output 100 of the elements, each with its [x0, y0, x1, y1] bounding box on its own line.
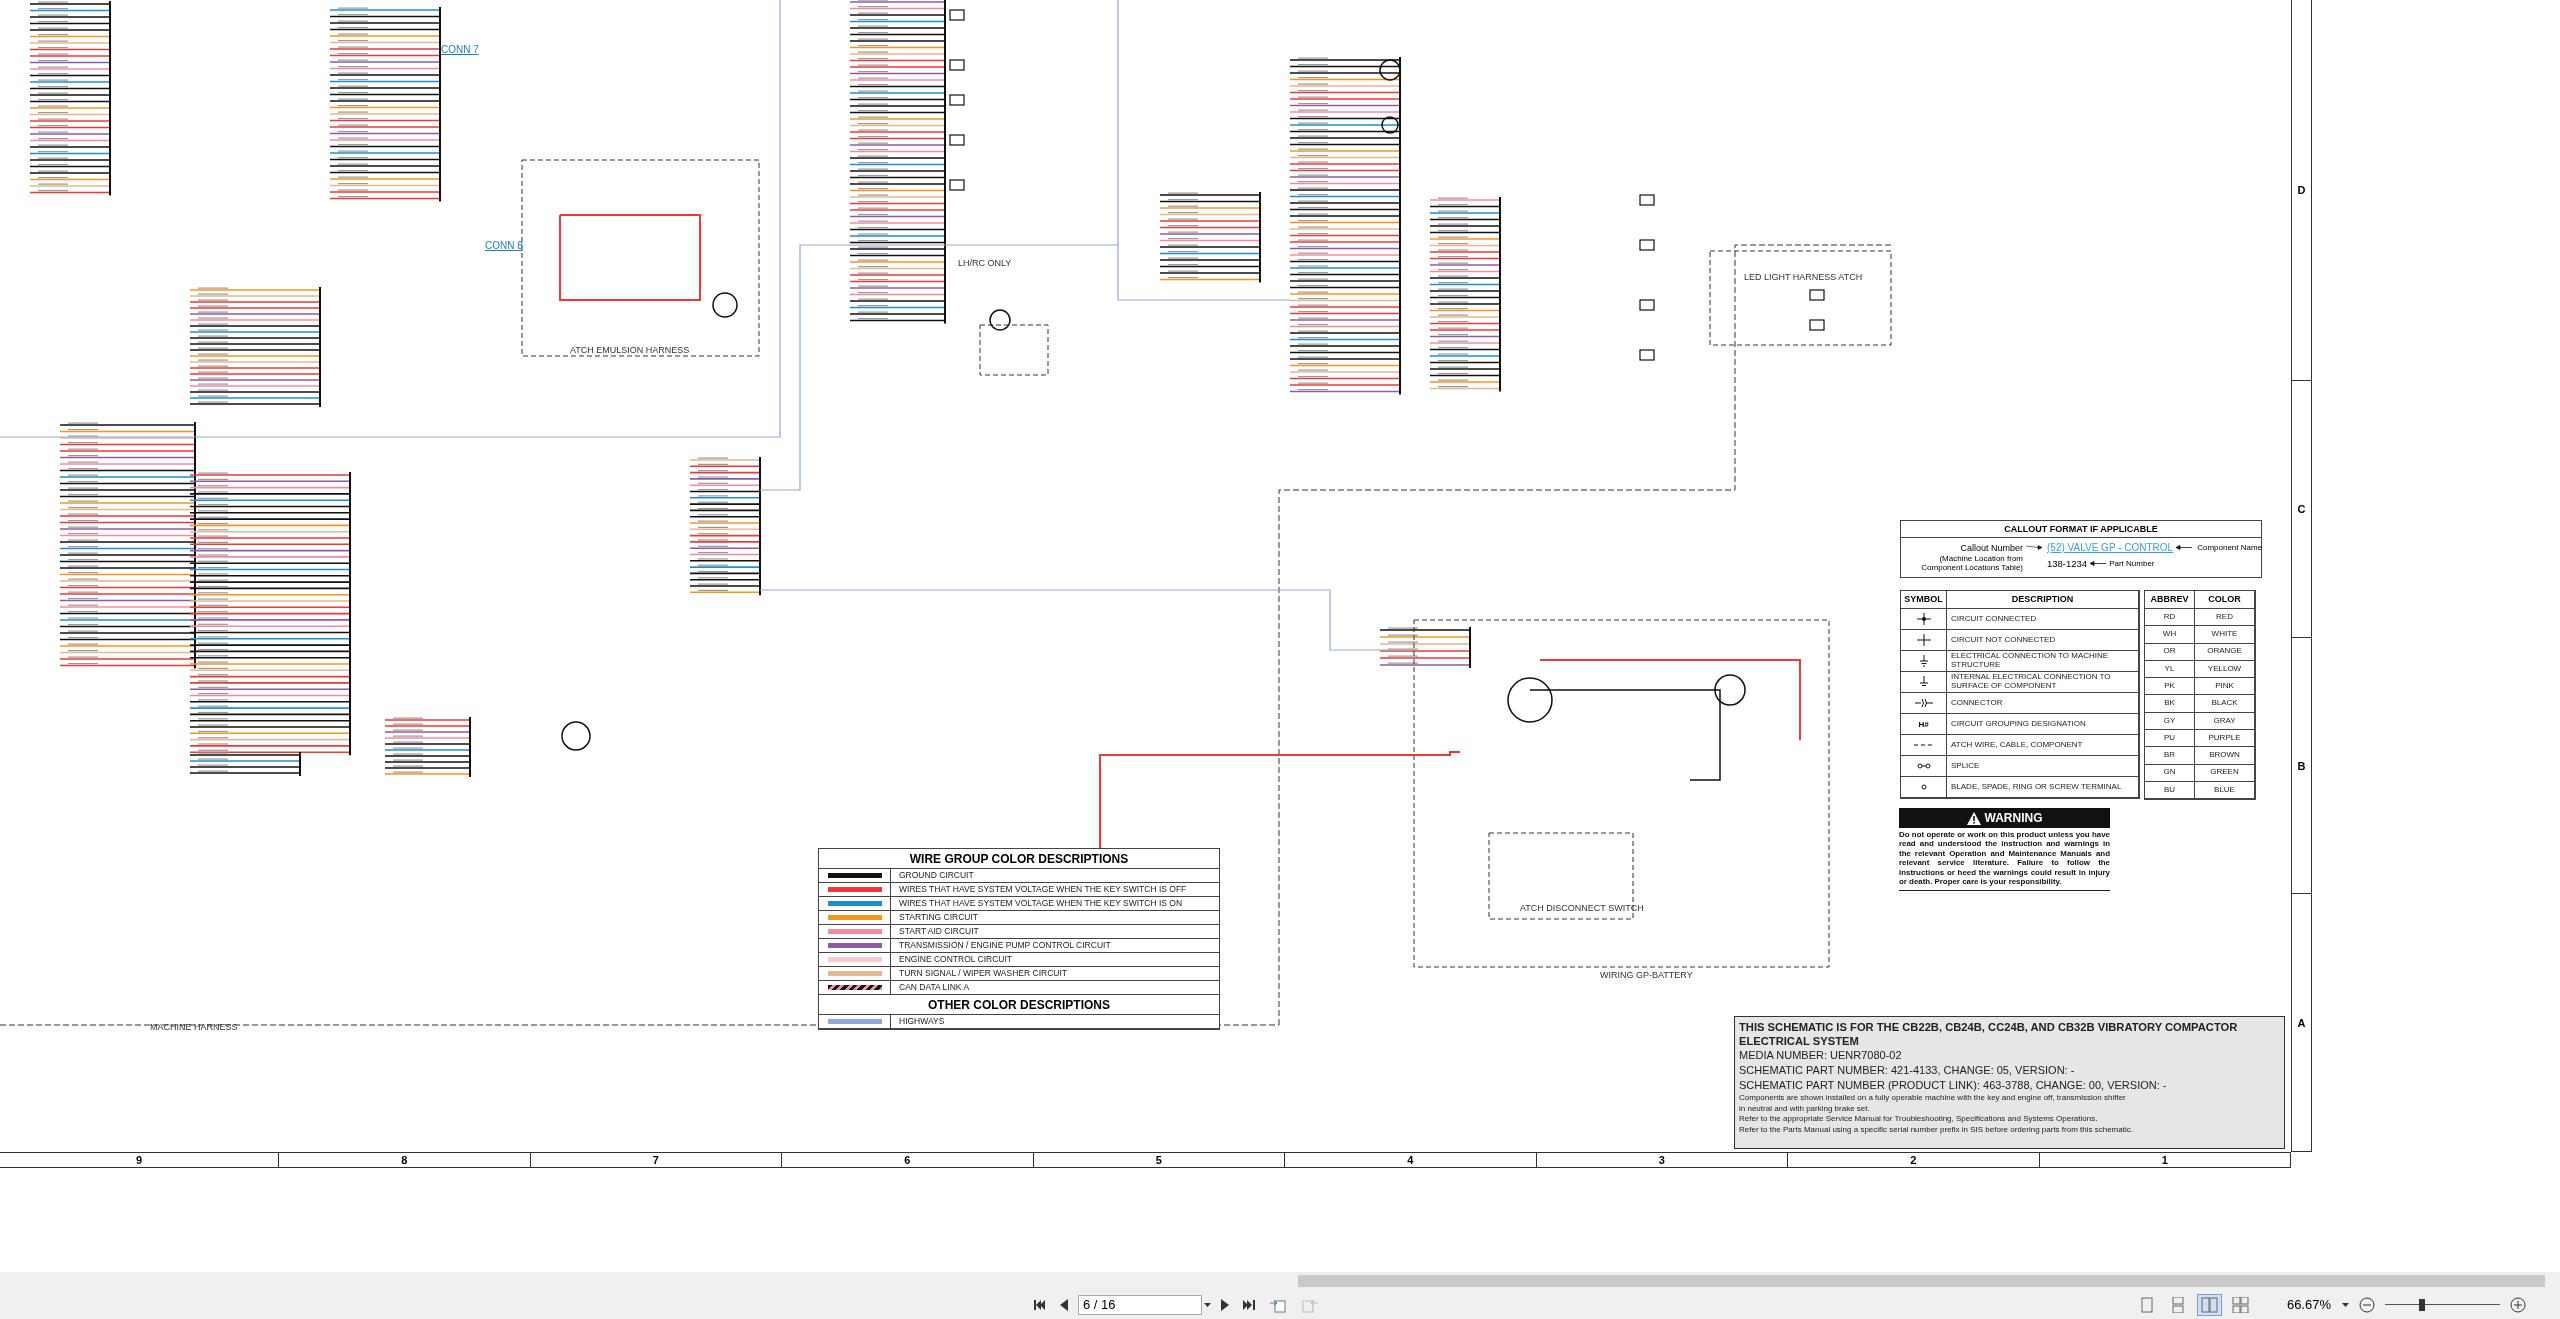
last-page-icon [1243, 1298, 1255, 1311]
schematic-title: THIS SCHEMATIC IS FOR THE CB22B, CB24B, CC24B, AND CB32B VIBRATORY COMPACTOR ELECTRICAL SYSTEM [1739, 1020, 2239, 1048]
page-number-field[interactable]: 6 / 16 [1078, 1294, 1202, 1315]
page-view-button[interactable] [2197, 1293, 2222, 1316]
zoom-slider[interactable] [2385, 1296, 2500, 1313]
table-cell: GY [2145, 712, 2195, 731]
splice-icon [1916, 763, 1931, 769]
table-cell: BR [2145, 747, 2195, 765]
callout-title: CALLOUT FORMAT IF APPLICABLE [1901, 521, 2261, 538]
table-cell: BK [2145, 695, 2195, 713]
table-cell: BLACK [2195, 695, 2255, 713]
title-block-note: Components are shown installed on a fully operable machine with the key and engine off, transmission shifter [1739, 1093, 2127, 1104]
table-cell: GREEN [2195, 764, 2255, 782]
page-view-icon [2170, 1296, 2187, 1313]
table-cell: PURPLE [2195, 730, 2255, 748]
legend-label: STARTING CIRCUIT [898, 911, 980, 924]
table-cell: BLUE [2195, 781, 2255, 800]
first-page-icon [1034, 1298, 1046, 1311]
warning-title: WARNING [1984, 811, 2043, 825]
table-cell: BU [2145, 781, 2195, 800]
zone-number: 2 [1788, 1153, 2040, 1167]
zone-letter: C [2292, 381, 2311, 638]
dropdown-caret-icon [1204, 1302, 1211, 1307]
table-cell: PK [2145, 678, 2195, 696]
table-cell: SPLICE [1947, 756, 2139, 777]
table-cell: OR [2145, 643, 2195, 661]
table-cell: RD [2145, 609, 2195, 627]
scrollbar-thumb[interactable] [1298, 1275, 2545, 1287]
plus-circle-icon [2510, 1296, 2526, 1313]
table-cell: PU [2145, 730, 2195, 748]
arrow-icon [2176, 545, 2193, 550]
table-cell: BLADE, SPADE, RING OR SCREW TERMINAL [1947, 777, 2139, 798]
zone-number: 3 [1536, 1153, 1788, 1167]
terminal-icon [1920, 784, 1927, 790]
table-cell: ATCH WIRE, CABLE, COMPONENT [1947, 735, 2139, 756]
schematic-label: MACHINE HARNESS [150, 1022, 238, 1032]
legend-title: OTHER COLOR DESCRIPTIONS [819, 995, 1219, 1015]
callout-note: (Machine Location from Component Locations Table) [1920, 555, 2023, 573]
minus-circle-icon [2359, 1296, 2375, 1313]
zone-letter: B [2292, 638, 2311, 894]
crossing-lines-icon [1916, 634, 1931, 646]
legend-label: WIRES THAT HAVE SYSTEM VOLTAGE WHEN THE KEY SWITCH IS ON [898, 897, 1184, 910]
legend-label: ENGINE CONTROL CIRCUIT [898, 953, 1014, 966]
schematic-label: ATCH EMULSION HARNESS [570, 345, 690, 355]
callout-number-label: Callout Number [1959, 542, 2023, 553]
page-view-icon [2139, 1296, 2156, 1313]
column-header: SYMBOL [1901, 591, 1947, 609]
page-view-icon [2201, 1296, 2218, 1313]
legend-title: WIRE GROUP COLOR DESCRIPTIONS [819, 849, 1219, 869]
table-cell: PINK [2195, 678, 2255, 696]
zone-number: 4 [1285, 1153, 1537, 1167]
column-header: DESCRIPTION [1947, 591, 2139, 609]
table-cell: CIRCUIT NOT CONNECTED [1947, 630, 2139, 651]
zone-number: 1 [2039, 1153, 2291, 1167]
ground-icon [1918, 655, 1929, 667]
table-cell: RED [2195, 609, 2255, 627]
zoom-field[interactable]: 66.67% [2259, 1296, 2333, 1313]
legend-label: GROUND CIRCUIT [898, 869, 975, 882]
arrow-icon [2026, 545, 2042, 550]
dropdown-caret-icon [2342, 1302, 2349, 1307]
column-header: COLOR [2195, 591, 2255, 609]
table-cell: CIRCUIT CONNECTED [1947, 609, 2139, 630]
title-block-line: SCHEMATIC PART NUMBER (PRODUCT LINK): 463-3788, CHANGE: 00, VERSION: - [1739, 1078, 2168, 1093]
title-block-note: in neutral and with parking brake set. [1739, 1103, 1871, 1114]
schematic-label: CONN 8 [485, 240, 523, 251]
schematic-label: LED LIGHT HARNESS ATCH [1744, 272, 1863, 282]
triangle-right-icon [1221, 1298, 1229, 1311]
triangle-left-icon [1060, 1298, 1068, 1311]
zone-number: 9 [0, 1153, 279, 1167]
table-cell: YELLOW [2195, 660, 2255, 679]
legend-label: CAN DATA LINK A [898, 981, 971, 994]
zone-number: 6 [782, 1153, 1034, 1167]
part-number: 138-1234 [2047, 558, 2088, 570]
table-cell: ORANGE [2195, 643, 2255, 661]
part-number-label: Part Number [2109, 559, 2155, 569]
symbol-text: H# [1901, 714, 1947, 735]
schematic-label: WIRING GP-BATTERY [1600, 970, 1693, 980]
junction-dot-icon [1916, 613, 1931, 625]
title-block-note: Refer to the Parts Manual using a specific serial number prefix in SIS before ordering parts from this schematic. [1739, 1124, 2134, 1135]
legend-label: START AID CIRCUIT [898, 925, 980, 938]
legend-label: TRANSMISSION / ENGINE PUMP CONTROL CIRCUIT [898, 939, 1112, 952]
warning-icon [1966, 811, 1981, 825]
table-cell: CONNECTOR [1947, 693, 2139, 714]
dashed-line-icon [1913, 743, 1934, 747]
table-cell: CIRCUIT GROUPING DESIGNATION [1947, 714, 2139, 735]
table-cell: WH [2145, 626, 2195, 644]
table-cell: GRAY [2195, 712, 2255, 731]
zone-number: 7 [530, 1153, 782, 1167]
zone-letter: D [2292, 0, 2311, 381]
title-block-line: SCHEMATIC PART NUMBER: 421-4133, CHANGE: 05, VERSION: - [1739, 1063, 2076, 1078]
legend-label: TURN SIGNAL / WIPER WASHER CIRCUIT [898, 967, 1068, 980]
connector-icon [1914, 698, 1933, 708]
schematic-label: ATCH DISCONNECT SWITCH [1520, 903, 1644, 913]
zone-number: 5 [1033, 1153, 1285, 1167]
ground-icon [1918, 676, 1929, 688]
table-cell: ELECTRICAL CONNECTION TO MACHINE STRUCTURE [1947, 651, 2139, 672]
zone-letter: A [2292, 894, 2311, 1152]
table-cell: WHITE [2195, 626, 2255, 644]
table-cell: INTERNAL ELECTRICAL CONNECTION TO SURFACE OF COMPONENT [1947, 672, 2139, 693]
schematic-label: LH/RC ONLY [958, 258, 1012, 268]
